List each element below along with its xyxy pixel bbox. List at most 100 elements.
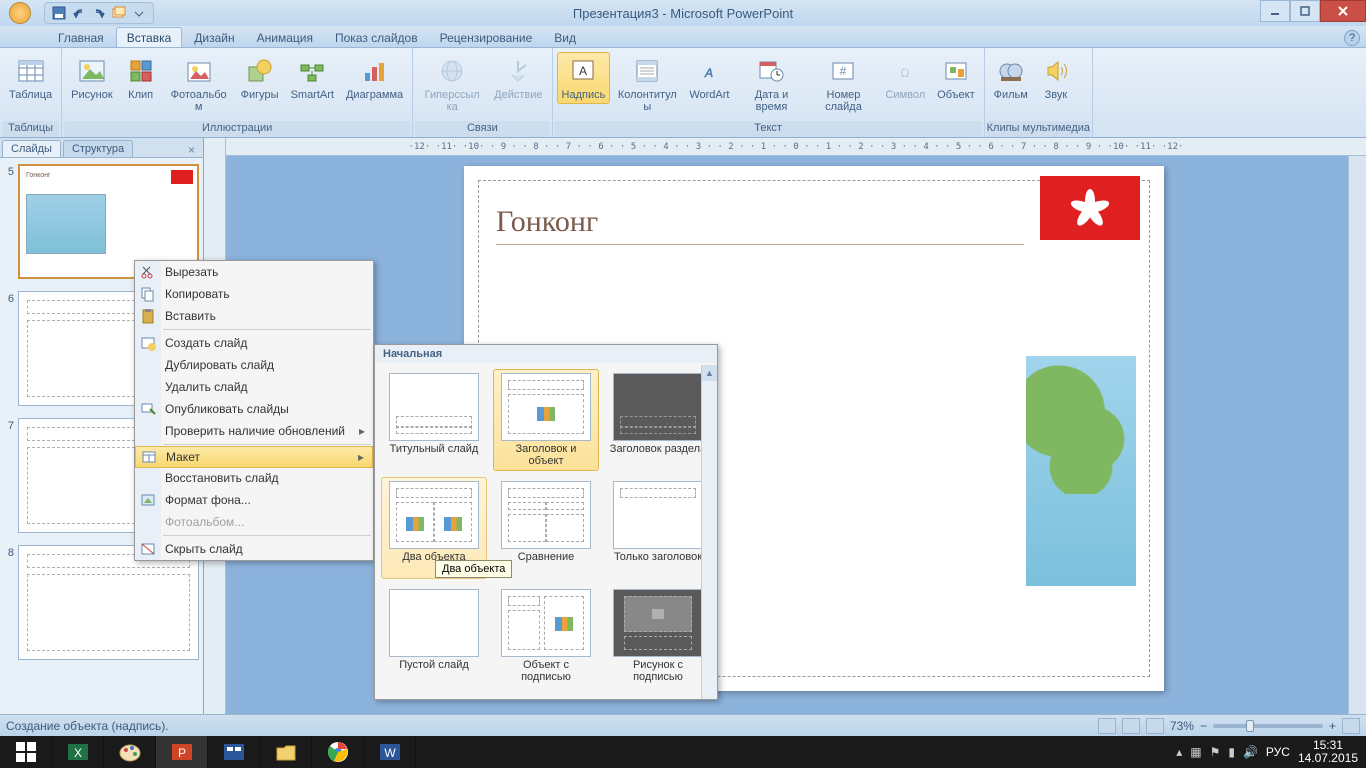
menu-pub-slides[interactable]: Опубликовать слайды bbox=[135, 398, 373, 420]
zoom-thumb[interactable] bbox=[1246, 720, 1254, 732]
thumb-row-8[interactable]: 8 bbox=[0, 543, 203, 670]
view-sorter[interactable] bbox=[1122, 718, 1140, 734]
tab-animation[interactable]: Анимация bbox=[247, 28, 323, 47]
status-right: 73% − + bbox=[1098, 718, 1360, 734]
btn-smartart[interactable]: SmartArt bbox=[286, 52, 339, 104]
minimize-button[interactable] bbox=[1260, 0, 1290, 22]
btn-object[interactable]: Объект bbox=[932, 52, 979, 104]
menu-format-bg[interactable]: Формат фона... bbox=[135, 489, 373, 511]
menu-del-slide[interactable]: Удалить слайд bbox=[135, 376, 373, 398]
menu-paste[interactable]: Вставить bbox=[135, 305, 373, 327]
task-powerpoint[interactable]: P bbox=[156, 736, 208, 768]
ribbon-tabs: Главная Вставка Дизайн Анимация Показ сл… bbox=[0, 26, 1366, 48]
sound-icon bbox=[1040, 55, 1072, 87]
menu-copy[interactable]: Копировать bbox=[135, 283, 373, 305]
menu-hide[interactable]: Скрыть слайд bbox=[135, 538, 373, 560]
menu-layout[interactable]: Макет▸ bbox=[135, 446, 373, 468]
qat-redo[interactable] bbox=[91, 5, 107, 21]
layout-content-caption[interactable]: Объект с подписью bbox=[493, 585, 599, 687]
tray-flag-icon[interactable]: ⚑ bbox=[1210, 745, 1221, 759]
view-normal[interactable] bbox=[1098, 718, 1116, 734]
btn-slidenum[interactable]: #Номер слайда bbox=[808, 52, 878, 116]
tray-action-icon[interactable]: ▦ bbox=[1190, 745, 1201, 759]
task-explorer[interactable] bbox=[260, 736, 312, 768]
task-word[interactable]: W bbox=[364, 736, 416, 768]
menu-check-upd[interactable]: Проверить наличие обновлений▸ bbox=[135, 420, 373, 442]
btn-hyperlink[interactable]: Гиперссылка bbox=[417, 52, 487, 116]
tab-design[interactable]: Дизайн bbox=[184, 28, 244, 47]
slidenum-icon: # bbox=[827, 55, 859, 87]
tab-outline[interactable]: Структура bbox=[63, 140, 133, 157]
btn-chart[interactable]: Диаграмма bbox=[341, 52, 408, 104]
qat-dropdown[interactable] bbox=[131, 5, 147, 21]
qat-save[interactable] bbox=[51, 5, 67, 21]
status-text: Создание объекта (надпись). bbox=[6, 719, 169, 733]
title-underline bbox=[496, 244, 1024, 245]
menu-new-slide[interactable]: Создать слайд bbox=[135, 332, 373, 354]
slide-flag[interactable] bbox=[1040, 176, 1140, 240]
btn-sound[interactable]: Звук bbox=[1035, 52, 1077, 104]
thumb-8[interactable] bbox=[18, 545, 199, 660]
btn-datetime[interactable]: Дата и время bbox=[736, 52, 806, 116]
menu-album: Фотоальбом... bbox=[135, 511, 373, 533]
content-icon bbox=[555, 617, 573, 631]
office-button[interactable] bbox=[0, 0, 40, 26]
zoom-out[interactable]: − bbox=[1200, 719, 1207, 733]
zoom-slider[interactable] bbox=[1213, 724, 1323, 728]
layout-section-header[interactable]: Заголовок раздела bbox=[605, 369, 711, 471]
ribbon: Таблица Таблицы Рисунок Клип Фотоальбом … bbox=[0, 48, 1366, 138]
task-app1[interactable] bbox=[208, 736, 260, 768]
btn-action[interactable]: Действие bbox=[489, 52, 547, 104]
btn-clip[interactable]: Клип bbox=[120, 52, 162, 104]
qat-undo[interactable] bbox=[71, 5, 87, 21]
slide-map[interactable] bbox=[1026, 356, 1136, 586]
task-excel[interactable]: X bbox=[52, 736, 104, 768]
svg-text:X: X bbox=[73, 746, 81, 760]
task-chrome[interactable] bbox=[312, 736, 364, 768]
tab-view[interactable]: Вид bbox=[544, 28, 586, 47]
tray-lang[interactable]: РУС bbox=[1266, 745, 1290, 759]
panel-close[interactable]: × bbox=[184, 143, 199, 157]
menu-cut[interactable]: Вырезать bbox=[135, 261, 373, 283]
scroll-up-icon[interactable]: ▲ bbox=[702, 365, 717, 381]
menu-dup-slide[interactable]: Дублировать слайд bbox=[135, 354, 373, 376]
maximize-button[interactable] bbox=[1290, 0, 1320, 22]
close-button[interactable] bbox=[1320, 0, 1366, 22]
content-icon bbox=[537, 407, 555, 421]
btn-symbol[interactable]: ΩСимвол bbox=[880, 52, 930, 104]
tray-network-icon[interactable]: ▮ bbox=[1228, 745, 1235, 759]
btn-headerfooter[interactable]: Колонтитулы bbox=[612, 52, 682, 116]
tab-review[interactable]: Рецензирование bbox=[430, 28, 543, 47]
help-button[interactable]: ? bbox=[1344, 30, 1360, 46]
menu-reset[interactable]: Восстановить слайд bbox=[135, 467, 373, 489]
layout-blank[interactable]: Пустой слайд bbox=[381, 585, 487, 687]
picture-icon bbox=[76, 55, 108, 87]
tray-clock[interactable]: 15:31 14.07.2015 bbox=[1298, 739, 1358, 765]
start-button[interactable] bbox=[0, 736, 52, 768]
tab-slideshow[interactable]: Показ слайдов bbox=[325, 28, 428, 47]
layout-title-content[interactable]: Заголовок и объект bbox=[493, 369, 599, 471]
tray-volume-icon[interactable]: 🔊 bbox=[1243, 745, 1258, 759]
qat-new-window[interactable] bbox=[111, 5, 127, 21]
btn-shapes[interactable]: Фигуры bbox=[236, 52, 284, 104]
layout-title-slide[interactable]: Титульный слайд bbox=[381, 369, 487, 471]
flyout-scrollbar[interactable]: ▲ bbox=[701, 365, 717, 699]
vertical-scrollbar[interactable] bbox=[1348, 156, 1366, 728]
tab-home[interactable]: Главная bbox=[48, 28, 114, 47]
tab-slides[interactable]: Слайды bbox=[2, 140, 61, 157]
view-slideshow[interactable] bbox=[1146, 718, 1164, 734]
task-paint[interactable] bbox=[104, 736, 156, 768]
btn-picture[interactable]: Рисунок bbox=[66, 52, 118, 104]
btn-album[interactable]: Фотоальбом bbox=[164, 52, 234, 116]
layout-title-only[interactable]: Только заголовок bbox=[605, 477, 711, 579]
btn-wordart[interactable]: AWordArt bbox=[684, 52, 734, 104]
layout-picture-caption[interactable]: Рисунок с подписью bbox=[605, 585, 711, 687]
tray-up-icon[interactable]: ▴ bbox=[1176, 745, 1182, 759]
btn-movie[interactable]: Фильм bbox=[989, 52, 1033, 104]
tab-insert[interactable]: Вставка bbox=[116, 27, 183, 47]
btn-textbox[interactable]: AНадпись bbox=[557, 52, 611, 104]
btn-table[interactable]: Таблица bbox=[4, 52, 57, 104]
slide-title[interactable]: Гонконг bbox=[496, 204, 598, 239]
zoom-in[interactable]: + bbox=[1329, 719, 1336, 733]
fit-window[interactable] bbox=[1342, 718, 1360, 734]
